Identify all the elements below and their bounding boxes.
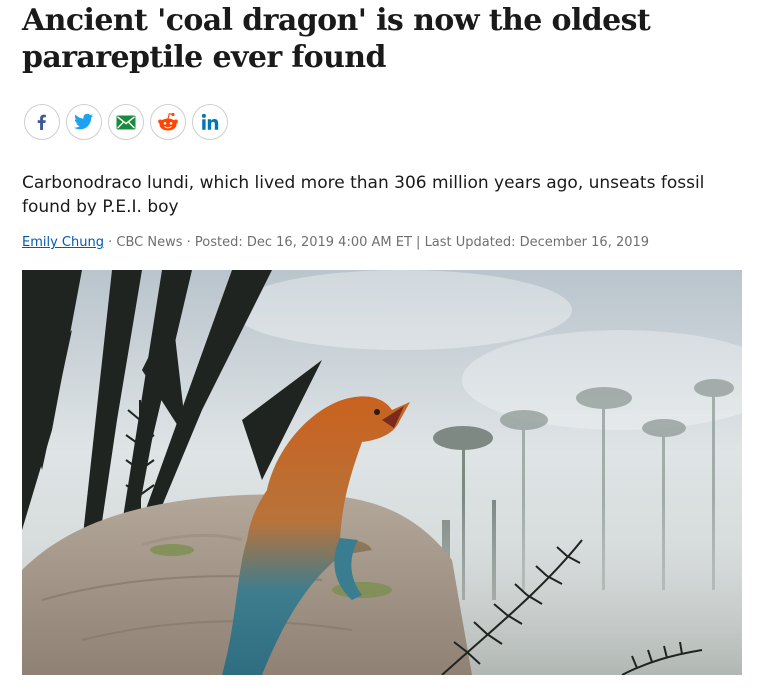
byline-separator: · [182, 235, 195, 250]
byline-source: CBC News [116, 235, 183, 250]
byline-separator: | [411, 235, 425, 250]
article-headline: Ancient 'coal dragon' is now the oldest … [22, 3, 651, 75]
share-bar [24, 104, 234, 140]
share-facebook-button[interactable] [24, 104, 60, 140]
twitter-icon [74, 113, 94, 130]
linkedin-icon [201, 113, 219, 130]
mail-icon [116, 115, 136, 129]
byline: Emily Chung · CBC News · Posted: Dec 16,… [22, 235, 649, 250]
share-twitter-button[interactable] [66, 104, 102, 140]
author-link[interactable]: Emily Chung [22, 235, 104, 250]
share-reddit-button[interactable] [150, 104, 186, 140]
article-deck: Carbonodraco lundi, which lived more tha… [22, 173, 705, 217]
byline-updated: Last Updated: December 16, 2019 [424, 235, 650, 250]
share-email-button[interactable] [108, 104, 144, 140]
facebook-icon [37, 114, 46, 130]
byline-posted: Posted: Dec 16, 2019 4:00 AM ET [194, 235, 412, 250]
hero-image [22, 270, 742, 675]
reddit-icon [158, 112, 178, 131]
share-linkedin-button[interactable] [192, 104, 228, 140]
byline-separator: · [103, 235, 117, 250]
